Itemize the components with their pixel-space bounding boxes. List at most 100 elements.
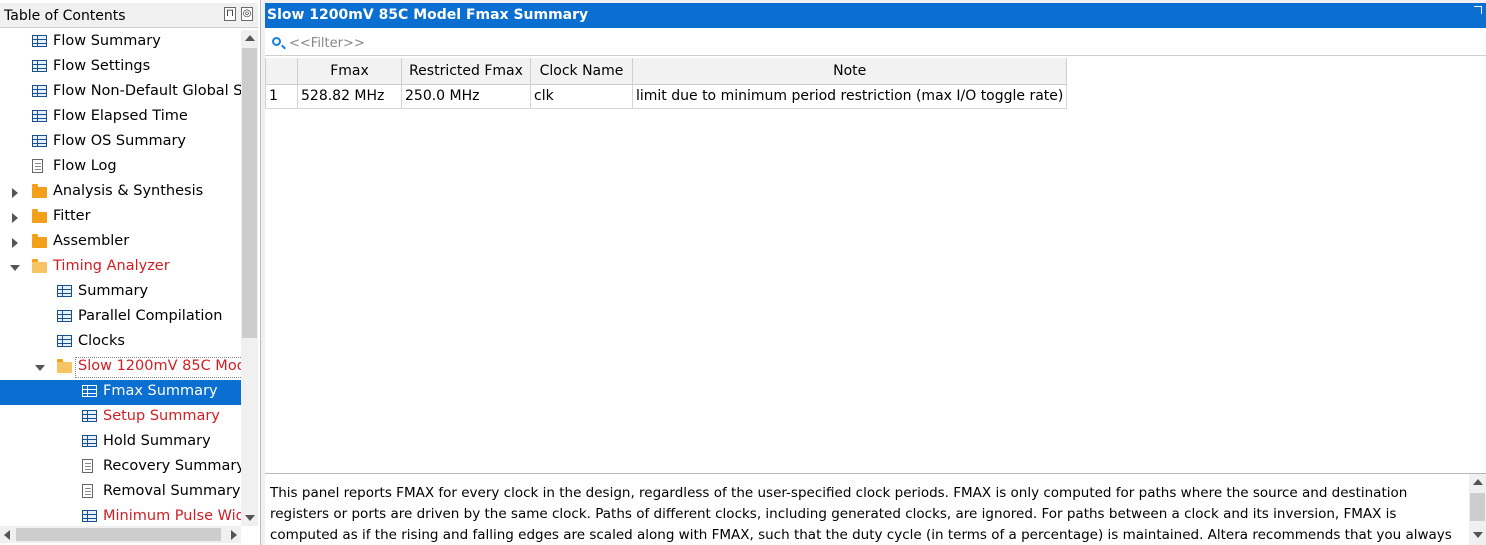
scroll-up-arrow-icon[interactable] bbox=[1473, 479, 1483, 485]
row-index: 1 bbox=[265, 83, 298, 109]
toc-item-label: Fitter bbox=[53, 208, 91, 224]
toc-item[interactable]: Timing Analyzer bbox=[0, 255, 241, 280]
toc-item-label: Setup Summary bbox=[103, 408, 220, 424]
toc-item-label: Flow Summary bbox=[53, 33, 161, 49]
description-scrollbar[interactable] bbox=[1469, 474, 1486, 545]
toc-item[interactable]: Flow Summary bbox=[0, 30, 241, 55]
toc-item-label: Flow OS Summary bbox=[53, 133, 187, 149]
toc-item[interactable]: Flow Non-Default Global Se bbox=[0, 80, 241, 105]
column-header-note[interactable]: Note bbox=[631, 58, 1068, 85]
folder-open-icon bbox=[32, 259, 47, 273]
table-row[interactable]: 1 528.82 MHz 250.0 MHz clk limit due to … bbox=[265, 83, 1068, 109]
toc-item-label: Flow Settings bbox=[53, 58, 151, 74]
toc-header: Table of Contents ⊓ ◎ bbox=[0, 3, 258, 28]
table-icon bbox=[57, 335, 72, 347]
restricted-fmax-cell: 250.0 MHz bbox=[401, 83, 531, 109]
toc-item-label: Summary bbox=[78, 283, 149, 299]
chevron-down-icon[interactable] bbox=[10, 265, 20, 271]
toc-item-label: Flow Elapsed Time bbox=[53, 108, 188, 124]
toc-item-label: Assembler bbox=[53, 233, 130, 249]
table-icon bbox=[32, 85, 47, 97]
toc-item-label: Fmax Summary bbox=[103, 383, 218, 399]
table-icon bbox=[57, 310, 72, 322]
scroll-down-arrow-icon[interactable] bbox=[245, 515, 255, 521]
float-panel-icon[interactable]: ◎ bbox=[241, 7, 253, 21]
toc-horizontal-scrollbar[interactable] bbox=[0, 526, 241, 543]
report-title: Slow 1200mV 85C Model Fmax Summary bbox=[267, 7, 589, 23]
toc-item-label: Recovery Summary bbox=[103, 458, 241, 474]
toc-item[interactable]: Fmax Summary bbox=[0, 380, 241, 405]
column-header-clock-name[interactable]: Clock Name bbox=[530, 58, 633, 85]
folder-icon bbox=[32, 234, 47, 248]
table-icon bbox=[32, 60, 47, 72]
description-text: This panel reports FMAX for every clock … bbox=[270, 485, 1452, 543]
table-icon bbox=[32, 110, 47, 122]
toc-item[interactable]: Summary bbox=[0, 280, 241, 305]
toc-item-label: Parallel Compilation bbox=[78, 308, 223, 324]
scroll-thumb[interactable] bbox=[1470, 493, 1485, 521]
toc-item[interactable]: Flow Settings bbox=[0, 55, 241, 80]
search-icon bbox=[272, 37, 281, 46]
chevron-right-icon[interactable] bbox=[12, 213, 18, 223]
toc-vertical-scrollbar[interactable] bbox=[241, 30, 258, 526]
toc-item[interactable]: Analysis & Synthesis bbox=[0, 180, 241, 205]
chevron-right-icon[interactable] bbox=[12, 188, 18, 198]
table-header-row: Fmax Restricted Fmax Clock Name Note bbox=[265, 58, 1068, 85]
toc-item-label: Slow 1200mV 85C Mod bbox=[75, 357, 241, 378]
table-icon bbox=[32, 135, 47, 147]
toc-item[interactable]: Slow 1200mV 85C Mod bbox=[0, 355, 241, 380]
document-icon bbox=[82, 484, 93, 498]
column-header-fmax[interactable]: Fmax bbox=[297, 58, 402, 85]
toc-item[interactable]: Recovery Summary bbox=[0, 455, 241, 480]
table-icon bbox=[32, 35, 47, 47]
toc-item[interactable]: Clocks bbox=[0, 330, 241, 355]
folder-icon bbox=[32, 184, 47, 198]
chevron-down-icon[interactable] bbox=[35, 365, 45, 371]
scroll-down-arrow-icon[interactable] bbox=[1473, 532, 1483, 538]
column-header-restricted-fmax[interactable]: Restricted Fmax bbox=[401, 58, 531, 85]
scroll-right-arrow-icon[interactable] bbox=[231, 530, 237, 540]
toc-item[interactable]: Parallel Compilation bbox=[0, 305, 241, 330]
scroll-left-arrow-icon[interactable] bbox=[4, 530, 10, 540]
table-icon bbox=[82, 385, 97, 397]
column-header-index[interactable] bbox=[265, 58, 298, 85]
toc-item-label: Removal Summary bbox=[103, 483, 241, 499]
note-cell: limit due to minimum period restriction … bbox=[631, 83, 1068, 109]
toc-item[interactable]: Setup Summary bbox=[0, 405, 241, 430]
report-panel: Slow 1200mV 85C Model Fmax Summary Fmax … bbox=[265, 3, 1486, 545]
toc-item[interactable]: Minimum Pulse Wid bbox=[0, 505, 241, 526]
chevron-right-icon[interactable] bbox=[12, 238, 18, 248]
toc-item[interactable]: Assembler bbox=[0, 230, 241, 255]
scroll-thumb[interactable] bbox=[16, 528, 221, 541]
filter-bar bbox=[265, 30, 1486, 56]
table-icon bbox=[82, 510, 97, 522]
document-icon bbox=[32, 159, 43, 173]
table-icon bbox=[57, 285, 72, 297]
report-title-bar: Slow 1200mV 85C Model Fmax Summary bbox=[265, 3, 1486, 28]
restore-icon[interactable] bbox=[1474, 6, 1482, 14]
toc-item[interactable]: Hold Summary bbox=[0, 430, 241, 455]
description-pane: This panel reports FMAX for every clock … bbox=[265, 473, 1486, 545]
fmax-cell: 528.82 MHz bbox=[297, 83, 402, 109]
table-icon bbox=[82, 435, 97, 447]
table-icon bbox=[82, 410, 97, 422]
scroll-thumb[interactable] bbox=[242, 48, 257, 338]
toc-tree: Flow Summary Flow Settings Flow Non-Defaul… bbox=[0, 30, 241, 526]
toc-item-label: Minimum Pulse Wid bbox=[103, 508, 241, 524]
folder-open-icon bbox=[57, 359, 72, 373]
toc-item-label: Timing Analyzer bbox=[53, 258, 170, 274]
table-of-contents-panel: Table of Contents ⊓ ◎ Flow Summary Flow S… bbox=[0, 0, 261, 545]
toc-item[interactable]: Removal Summary bbox=[0, 480, 241, 505]
folder-icon bbox=[32, 209, 47, 223]
filter-input[interactable] bbox=[289, 34, 689, 52]
pin-icon[interactable]: ⊓ bbox=[224, 7, 236, 21]
toc-item[interactable]: Fitter bbox=[0, 205, 241, 230]
toc-item[interactable]: Flow Log bbox=[0, 155, 241, 180]
document-icon bbox=[82, 459, 93, 473]
toc-item[interactable]: Flow OS Summary bbox=[0, 130, 241, 155]
fmax-summary-table: Fmax Restricted Fmax Clock Name Note 1 5… bbox=[265, 58, 1068, 109]
toc-title: Table of Contents bbox=[4, 8, 126, 24]
scroll-up-arrow-icon[interactable] bbox=[245, 35, 255, 41]
toc-item-label: Clocks bbox=[78, 333, 125, 349]
toc-item[interactable]: Flow Elapsed Time bbox=[0, 105, 241, 130]
